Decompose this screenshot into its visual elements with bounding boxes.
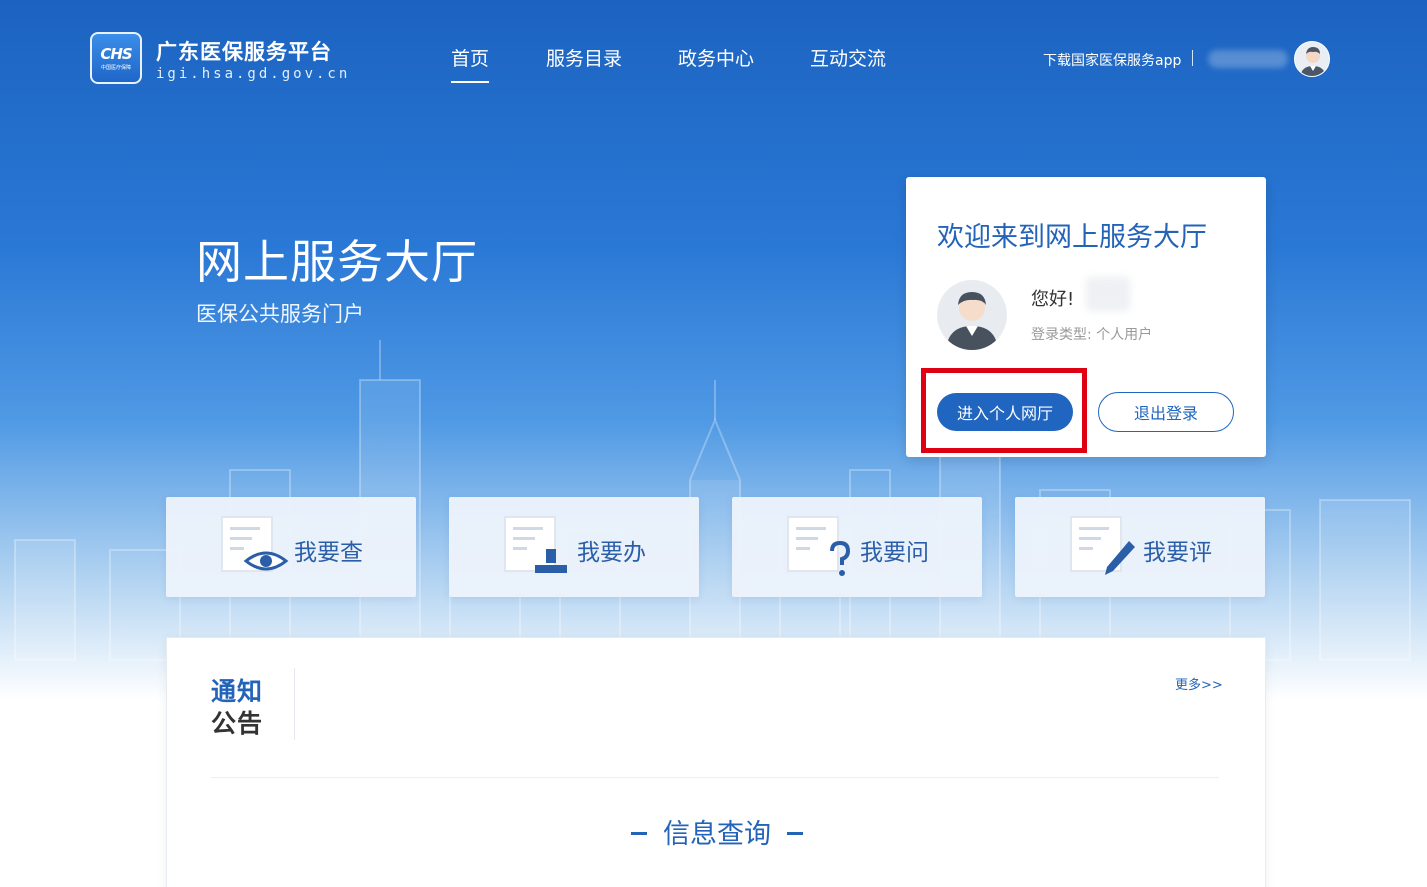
logo-text: CHS — [100, 45, 132, 63]
info-query-heading: 信息查询 — [167, 812, 1267, 851]
logo-subtext: 中国医疗保障 — [100, 65, 131, 71]
download-app-link[interactable]: 下载国家医保服务app — [1043, 50, 1181, 70]
heading-dash-right — [787, 832, 803, 835]
notice-divider — [294, 668, 295, 740]
notice-title-line2: 公告 — [211, 709, 264, 738]
profile-avatar-icon — [946, 292, 998, 350]
nav-interaction[interactable]: 互动交流 — [810, 44, 886, 71]
hero-subtitle: 医保公共服务门户 — [196, 302, 364, 326]
service-label-query: 我要查 — [294, 540, 363, 566]
notice-more-link[interactable]: 更多>> — [1175, 674, 1223, 693]
welcome-title: 欢迎来到网上服务大厅 — [937, 222, 1207, 253]
service-label-evaluate: 我要评 — [1143, 540, 1212, 566]
user-avatar[interactable] — [1294, 41, 1330, 77]
username-blurred[interactable] — [1208, 50, 1288, 68]
doc-question-icon — [787, 516, 851, 576]
heading-dash-left — [631, 832, 647, 835]
nav-service-catalog[interactable]: 服务目录 — [546, 44, 622, 71]
service-tile-ask[interactable]: 我要问 — [732, 497, 982, 597]
login-type-text: 登录类型: 个人用户 — [1031, 327, 1153, 343]
hero-title: 网上服务大厅 — [196, 235, 478, 289]
info-query-title: 信息查询 — [663, 819, 771, 850]
doc-stamp-icon — [504, 516, 567, 573]
site-domain: igi.hsa.gd.gov.cn — [156, 66, 351, 82]
doc-pen-icon — [1070, 516, 1135, 575]
service-tile-query[interactable]: 我要查 — [166, 497, 416, 597]
doc-eye-icon — [221, 516, 289, 572]
user-name-blurred — [1086, 277, 1130, 311]
greeting-text: 您好! — [1031, 289, 1075, 310]
notice-panel: 通知 公告 更多>> 信息查询 — [166, 637, 1266, 887]
site-name: 广东医保服务平台 — [156, 40, 332, 64]
notice-title-line1: 通知 — [211, 677, 264, 706]
service-tile-handle[interactable]: 我要办 — [449, 497, 699, 597]
service-label-handle: 我要办 — [577, 540, 646, 566]
chs-logo[interactable]: CHS 中国医疗保障 — [90, 32, 142, 84]
panel-divider — [211, 777, 1219, 778]
header-separator — [1192, 50, 1193, 66]
profile-avatar — [937, 280, 1007, 350]
nav-home[interactable]: 首页 — [451, 44, 490, 83]
service-tile-evaluate[interactable]: 我要评 — [1015, 497, 1265, 597]
nav-government-center[interactable]: 政务中心 — [678, 44, 754, 71]
highlight-annotation-box — [921, 368, 1087, 453]
service-label-ask: 我要问 — [860, 540, 929, 566]
logout-button[interactable]: 退出登录 — [1098, 392, 1234, 432]
